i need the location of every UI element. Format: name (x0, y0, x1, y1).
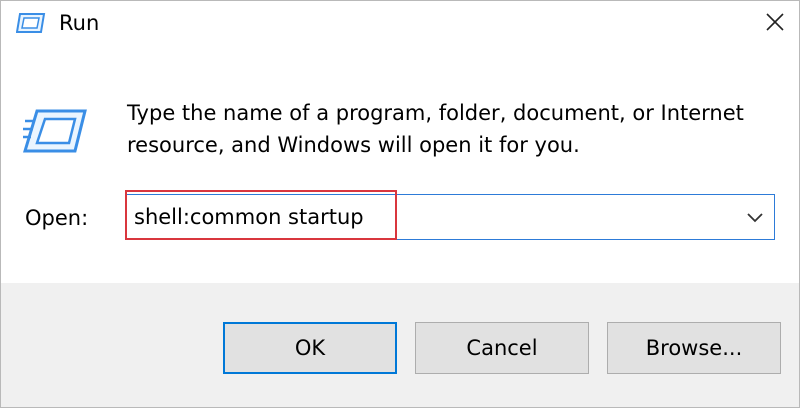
open-input[interactable] (134, 201, 734, 233)
dialog-footer: OK Cancel Browse... (1, 283, 799, 407)
dialog-body: Type the name of a program, folder, docu… (1, 49, 799, 281)
run-icon (22, 107, 87, 155)
run-dialog: Run Type the name of a program, folder, … (0, 0, 800, 408)
cancel-button[interactable]: Cancel (415, 322, 589, 374)
window-title: Run (59, 11, 100, 35)
browse-button[interactable]: Browse... (607, 322, 781, 374)
open-combobox[interactable] (125, 194, 775, 240)
instruction-text: Type the name of a program, folder, docu… (127, 101, 744, 157)
close-icon (766, 13, 784, 31)
run-icon (15, 12, 46, 34)
close-button[interactable] (753, 5, 797, 43)
ok-button[interactable]: OK (223, 322, 397, 374)
chevron-down-icon[interactable] (744, 207, 766, 227)
open-label: Open: (25, 206, 89, 230)
title-bar: Run (1, 1, 799, 49)
